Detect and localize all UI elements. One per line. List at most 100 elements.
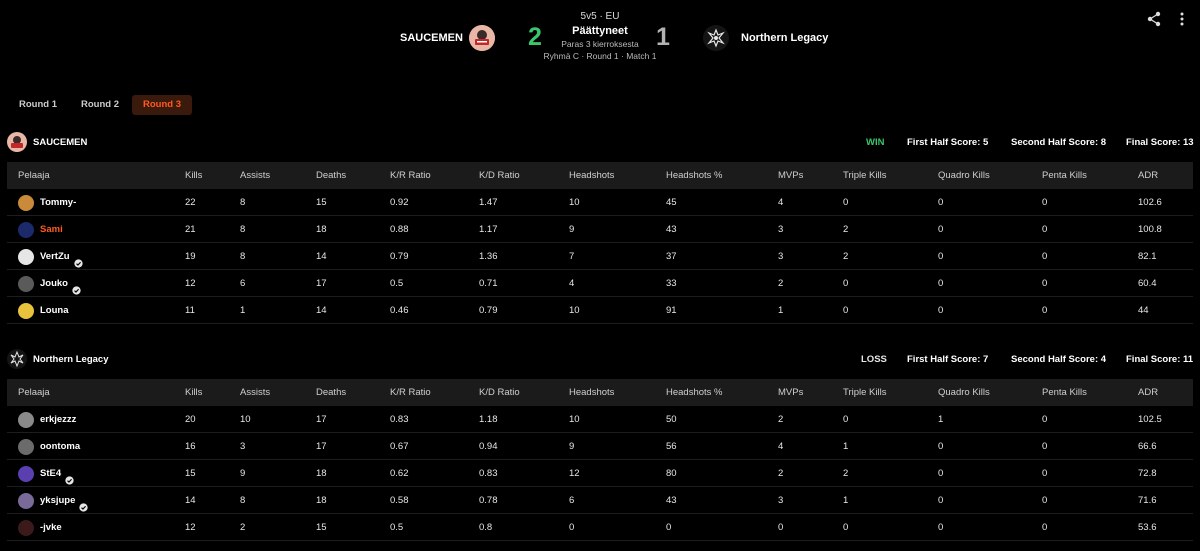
col-adr: 71.6 — [1138, 495, 1157, 506]
col-assists: 8 — [240, 251, 246, 262]
team-left-name[interactable]: SAUCEMEN — [400, 32, 463, 44]
col-headshots-pct-header[interactable]: Headshots % — [666, 379, 723, 406]
avatar[interactable] — [18, 194, 34, 211]
col-quadro-kills: 0 — [938, 305, 944, 316]
player-name[interactable]: VertZu — [40, 243, 70, 270]
col-kd-ratio: 0.83 — [479, 468, 498, 479]
team-name[interactable]: SAUCEMEN — [33, 137, 87, 148]
col-adr-header[interactable]: ADR — [1138, 379, 1158, 406]
col-deaths-header[interactable]: Deaths — [316, 379, 346, 406]
avatar[interactable] — [18, 519, 34, 536]
avatar[interactable] — [18, 275, 34, 292]
col-quadro-kills: 0 — [938, 468, 944, 479]
col-adr: 66.6 — [1138, 441, 1157, 452]
col-adr-header[interactable]: ADR — [1138, 162, 1158, 189]
col-adr: 44 — [1138, 305, 1149, 316]
col-headshots: 4 — [569, 278, 575, 289]
player-cell[interactable]: erkjezzz — [18, 406, 76, 433]
player-cell[interactable]: -jvke — [18, 514, 62, 541]
col-headshots-header[interactable]: Headshots — [569, 162, 614, 189]
col-assists: 9 — [240, 468, 246, 479]
col-penta-kills-header[interactable]: Penta Kills — [1042, 379, 1087, 406]
col-player-header[interactable]: Pelaaja — [18, 379, 50, 406]
col-kr-ratio-header[interactable]: K/R Ratio — [390, 162, 431, 189]
tab-round-3[interactable]: Round 3 — [132, 95, 192, 115]
col-penta-kills: 0 — [1042, 468, 1048, 479]
col-headshots-pct: 45 — [666, 197, 677, 208]
player-cell[interactable]: Jouko — [18, 270, 81, 297]
col-mvps-header[interactable]: MVPs — [778, 162, 803, 189]
col-quadro-kills: 0 — [938, 522, 944, 533]
player-cell[interactable]: yksjupe — [18, 487, 89, 514]
col-kills-header[interactable]: Kills — [185, 162, 202, 189]
col-kr-ratio: 0.79 — [390, 251, 409, 262]
avatar[interactable] — [18, 492, 34, 509]
col-triple-kills-header[interactable]: Triple Kills — [843, 162, 886, 189]
col-quadro-kills: 0 — [938, 224, 944, 235]
player-name[interactable]: Tommy- — [40, 189, 76, 216]
share-icon[interactable] — [1146, 11, 1162, 27]
player-name[interactable]: Sami — [40, 216, 63, 243]
team-left-logo[interactable] — [469, 25, 495, 51]
col-assists-header[interactable]: Assists — [240, 162, 270, 189]
team-stats-table: Pelaaja Kills Assists Deaths K/R Ratio K/D Ra… — [7, 162, 1193, 324]
col-quadro-kills-header[interactable]: Quadro Kills — [938, 162, 990, 189]
player-cell[interactable]: VertZu — [18, 243, 83, 270]
team-right-logo[interactable] — [703, 25, 729, 51]
col-kr-ratio-header[interactable]: K/R Ratio — [390, 379, 431, 406]
player-cell[interactable]: oontoma — [18, 433, 80, 460]
player-cell[interactable]: StE4 — [18, 460, 74, 487]
col-kills: 16 — [185, 441, 196, 452]
col-headshots: 9 — [569, 224, 575, 235]
team-section-header: SAUCEMEN WIN First Half Score: 5 Second … — [7, 132, 1195, 152]
col-penta-kills-header[interactable]: Penta Kills — [1042, 162, 1087, 189]
more-vertical-icon[interactable] — [1175, 11, 1189, 27]
player-name[interactable]: Louna — [40, 297, 69, 324]
col-assists: 2 — [240, 522, 246, 533]
col-mvps-header[interactable]: MVPs — [778, 379, 803, 406]
col-headshots-header[interactable]: Headshots — [569, 379, 614, 406]
player-cell[interactable]: Sami — [18, 216, 63, 243]
avatar[interactable] — [18, 221, 34, 238]
avatar[interactable] — [18, 465, 34, 482]
avatar[interactable] — [18, 438, 34, 455]
col-kills-header[interactable]: Kills — [185, 379, 202, 406]
col-deaths: 15 — [316, 197, 327, 208]
tab-round-1[interactable]: Round 1 — [8, 95, 68, 115]
avatar[interactable] — [18, 411, 34, 428]
col-mvps: 3 — [778, 495, 784, 506]
team-right-name[interactable]: Northern Legacy — [741, 32, 828, 44]
col-kd-ratio-header[interactable]: K/D Ratio — [479, 379, 520, 406]
team-logo[interactable] — [7, 132, 27, 152]
team-name[interactable]: Northern Legacy — [33, 354, 109, 365]
player-name[interactable]: oontoma — [40, 433, 80, 460]
col-kd-ratio-header[interactable]: K/D Ratio — [479, 162, 520, 189]
col-quadro-kills-header[interactable]: Quadro Kills — [938, 379, 990, 406]
col-triple-kills: 0 — [843, 414, 849, 425]
player-name[interactable]: Jouko — [40, 270, 68, 297]
col-mvps: 1 — [778, 305, 784, 316]
player-name[interactable]: yksjupe — [40, 487, 75, 514]
avatar[interactable] — [18, 248, 34, 265]
tab-round-2[interactable]: Round 2 — [70, 95, 130, 115]
col-headshots-pct-header[interactable]: Headshots % — [666, 162, 723, 189]
player-cell[interactable]: Tommy- — [18, 189, 76, 216]
col-assists-header[interactable]: Assists — [240, 379, 270, 406]
player-name[interactable]: -jvke — [40, 514, 62, 541]
player-name[interactable]: StE4 — [40, 460, 61, 487]
col-triple-kills-header[interactable]: Triple Kills — [843, 379, 886, 406]
table-header-row: Pelaaja Kills Assists Deaths K/R Ratio K/D Ra… — [7, 379, 1193, 406]
col-kr-ratio: 0.92 — [390, 197, 409, 208]
col-deaths-header[interactable]: Deaths — [316, 162, 346, 189]
col-deaths: 18 — [316, 468, 327, 479]
col-deaths: 14 — [316, 305, 327, 316]
avatar[interactable] — [18, 302, 34, 319]
team-logo[interactable] — [7, 349, 27, 369]
match-header: SAUCEMEN 2 5v5 · EU Päättyneet Paras 3 k… — [0, 0, 1200, 80]
col-headshots: 0 — [569, 522, 575, 533]
col-assists: 8 — [240, 495, 246, 506]
player-cell[interactable]: Louna — [18, 297, 69, 324]
player-name[interactable]: erkjezzz — [40, 406, 76, 433]
col-penta-kills: 0 — [1042, 224, 1048, 235]
col-player-header[interactable]: Pelaaja — [18, 162, 50, 189]
